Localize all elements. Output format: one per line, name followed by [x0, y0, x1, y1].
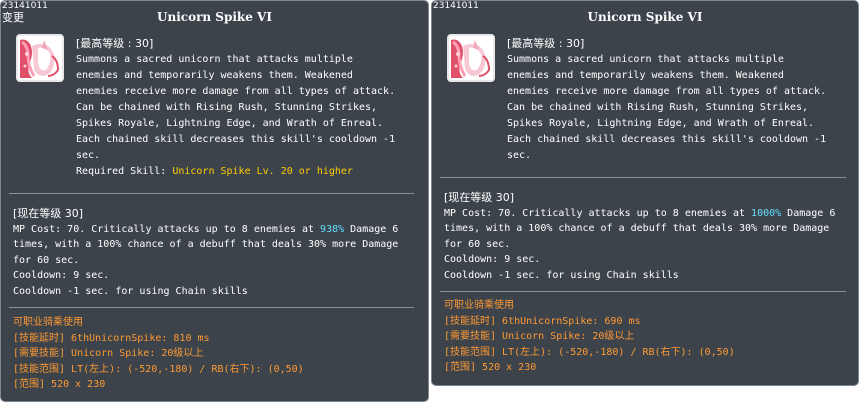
- effect-line: times, with a 100% chance of a debuff th…: [13, 239, 399, 250]
- max-level: [最高等级 : 30]: [507, 37, 585, 50]
- effect-line: times, with a 100% chance of a debuff th…: [444, 223, 830, 234]
- desc-line: enemies receive more damage from all typ…: [76, 86, 396, 97]
- unicorn-spike-skill-icon: [447, 34, 495, 82]
- skill-tooltip-left: 23141011 变更 Unicorn Spike VI [最高等级 : 30]…: [0, 0, 429, 402]
- info-block: 可职业骑乘使用 [技能延时] 6thUnicornSpike: 810 ms […: [13, 315, 425, 393]
- effect-line: for 60 sec.: [13, 254, 80, 266]
- effect-line: MP Cost: 70. Critically attacks up to 8 …: [13, 223, 399, 235]
- required-skill-value: Unicorn Spike Lv. 20 or higher: [172, 166, 353, 177]
- skill-title: Unicorn Spike VI: [587, 10, 703, 24]
- info-line: [技能范围] LT(左上): (-520,-180) / RB(右下): (0,…: [444, 346, 735, 358]
- desc-line: sec.: [507, 150, 532, 161]
- skill-tooltip-right: 23141011 Unicorn Spike VI [最高等级 : 30] Su…: [431, 0, 859, 386]
- desc-line: Spikes Royale, Lightning Edge, and Wrath…: [507, 118, 815, 129]
- divider: [440, 177, 846, 178]
- unicorn-spike-skill-icon: [16, 34, 64, 82]
- desc-line: Summons a sacred unicorn that attacks mu…: [507, 54, 784, 65]
- required-skill-label: Required Skill:: [76, 166, 173, 177]
- desc-line: Each chained skill decreases this skill'…: [76, 134, 396, 145]
- info-line: [需要技能] Unicorn Spike: 20级以上: [444, 331, 635, 342]
- info-line: [技能延时] 6thUnicornSpike: 810 ms: [13, 332, 210, 344]
- info-line: 可职业骑乘使用: [444, 300, 514, 311]
- current-level: [现在等级 30]: [444, 191, 515, 204]
- desc-line: Can be chained with Rising Rush, Stunnin…: [76, 102, 378, 113]
- damage-percent: 1000%: [751, 207, 782, 219]
- effect-line: for 60 sec.: [444, 238, 511, 250]
- effect-line: Cooldown: 9 sec.: [13, 270, 110, 281]
- current-level: [现在等级 30]: [13, 207, 84, 220]
- divider: [440, 291, 846, 292]
- effect-line: Cooldown -1 sec. for using Chain skills: [444, 269, 679, 281]
- info-line: [范围] 520 x 230: [444, 362, 537, 373]
- effect-line: Cooldown: 9 sec.: [444, 254, 541, 265]
- effect-line: MP Cost: 70. Critically attacks up to 8 …: [444, 207, 836, 219]
- current-level-block: [现在等级 30] MP Cost: 70. Critically attack…: [13, 206, 425, 299]
- max-level: [最高等级 : 30]: [76, 37, 154, 50]
- desc-line: sec.: [76, 150, 101, 161]
- effect-line: Cooldown -1 sec. for using Chain skills: [13, 285, 248, 297]
- desc-line: Spikes Royale, Lightning Edge, and Wrath…: [76, 118, 384, 129]
- skill-description: [最高等级 : 30] Summons a sacred unicorn tha…: [507, 36, 852, 164]
- required-skill: Required Skill: Unicorn Spike Lv. 20 or …: [76, 164, 421, 180]
- divider: [9, 193, 414, 194]
- info-block: 可职业骑乘使用 [技能延时] 6thUnicornSpike: 690 ms […: [444, 298, 856, 376]
- info-line: [技能范围] LT(左上): (-520,-180) / RB(右下): (0,…: [13, 363, 304, 375]
- desc-line: Each chained skill decreases this skill'…: [507, 134, 827, 145]
- damage-percent: 938%: [320, 223, 345, 235]
- skill-description: [最高等级 : 30] Summons a sacred unicorn tha…: [76, 36, 421, 180]
- desc-line: Can be chained with Rising Rush, Stunnin…: [507, 102, 809, 113]
- desc-line: enemies receive more damage from all typ…: [507, 86, 827, 97]
- current-level-block: [现在等级 30] MP Cost: 70. Critically attack…: [444, 190, 856, 283]
- desc-line: Summons a sacred unicorn that attacks mu…: [76, 54, 353, 65]
- skill-title: Unicorn Spike VI: [157, 10, 272, 24]
- info-line: 可职业骑乘使用: [13, 317, 83, 328]
- desc-line: enemies and temporarily weakens them. We…: [507, 70, 784, 81]
- info-line: [技能延时] 6thUnicornSpike: 690 ms: [444, 315, 641, 327]
- desc-line: enemies and temporarily weakens them. We…: [76, 70, 353, 81]
- divider: [9, 307, 414, 308]
- info-line: [需要技能] Unicorn Spike: 20级以上: [13, 348, 204, 359]
- info-line: [范围] 520 x 230: [13, 379, 106, 390]
